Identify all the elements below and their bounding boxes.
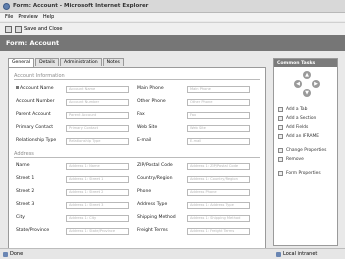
arrow-up-icon[interactable]: ▲ [303, 71, 311, 79]
section-address: Address [14, 151, 260, 158]
email-field[interactable]: E-mail [187, 138, 250, 145]
required-icon [16, 86, 19, 89]
addr-name-field[interactable]: Address 1: Name [66, 163, 129, 170]
menu-preview[interactable]: Preview [18, 14, 37, 20]
change-properties-icon [278, 148, 283, 153]
account-name-field[interactable]: Account Name [66, 86, 129, 93]
add-iframe-task[interactable]: Add an IFRAME [278, 132, 336, 141]
tab-notes[interactable]: Notes [102, 58, 124, 66]
move-arrows: ▲ ◀ ▶ ▼ [294, 71, 320, 97]
add-fields-icon [278, 125, 283, 130]
fax-label: Fax [137, 112, 145, 117]
menu-file[interactable]: File [5, 14, 13, 20]
address-type-field[interactable]: Address 1: Address Type [187, 202, 250, 209]
account-name-label: Account Name [16, 86, 54, 91]
account-number-label: Account Number [16, 99, 55, 104]
save-icon[interactable] [5, 25, 12, 33]
state-label: State/Province [16, 228, 50, 233]
email-label: E-mail [137, 138, 152, 143]
title-bar: Form: Account - Microsoft Internet Explo… [0, 0, 345, 13]
tab-strip: General Details Administration Notes [8, 58, 125, 67]
freight-terms-field[interactable]: Address 1: Freight Terms [187, 228, 250, 235]
main-phone-field[interactable]: Main Phone [187, 86, 250, 93]
section-account-information: Account Information [14, 73, 260, 80]
other-phone-field[interactable]: Other Phone [187, 99, 250, 106]
form-properties-task[interactable]: Form Properties [278, 169, 336, 178]
parent-account-field[interactable]: Parent Account [66, 112, 129, 119]
street2-label: Street 2 [16, 189, 35, 194]
street1-label: Street 1 [16, 176, 35, 181]
status-bar: Done Local intranet [0, 248, 345, 259]
arrow-left-icon[interactable]: ◀ [294, 80, 302, 88]
form-title-bar: Form: Account [0, 35, 345, 51]
tab-details[interactable]: Details [35, 58, 60, 66]
add-iframe-icon [278, 134, 283, 139]
remove-task[interactable]: Remove [278, 155, 336, 164]
toolbar: Save and Close [0, 22, 345, 36]
status-zone: Local intranet [276, 251, 317, 257]
add-tab-icon [278, 107, 283, 112]
account-number-field[interactable]: Account Number [66, 99, 129, 106]
state-field[interactable]: Address 1: State/Province [66, 228, 129, 235]
intranet-icon [276, 251, 281, 257]
shipping-method-field[interactable]: Address 1: Shipping Method [187, 215, 250, 222]
other-phone-label: Other Phone [137, 99, 166, 104]
arrow-down-icon[interactable]: ▼ [303, 89, 311, 97]
primary-contact-field[interactable]: Primary Contact [66, 125, 129, 132]
address-type-label: Address Type [137, 202, 168, 207]
menu-bar: File Preview Help [0, 13, 345, 21]
country-label: Country/Region [137, 176, 173, 181]
save-and-close-label: Save and Close [24, 26, 63, 32]
fax-field[interactable]: Fax [187, 112, 250, 119]
form-title: Form: Account [6, 39, 60, 47]
phone-label: Phone [137, 189, 152, 194]
tab-administration[interactable]: Administration [60, 58, 102, 66]
common-tasks-title: Common Tasks [274, 59, 337, 67]
relationship-type-field[interactable]: Relationship Type [66, 138, 129, 145]
browser-window: Form: Account - Microsoft Internet Explo… [0, 0, 345, 259]
general-panel: Account Information Account Name Account… [8, 67, 266, 252]
country-field[interactable]: Address 1: Country/Region [187, 176, 250, 183]
web-site-field[interactable]: Web Site [187, 125, 250, 132]
street3-field[interactable]: Address 1: Street 3 [66, 202, 129, 209]
arrow-right-icon[interactable]: ▶ [312, 80, 320, 88]
add-tab-task[interactable]: Add a Tab [278, 105, 336, 114]
web-site-label: Web Site [137, 125, 158, 130]
add-fields-task[interactable]: Add Fields [278, 123, 336, 132]
remove-icon [278, 157, 283, 162]
phone-field[interactable]: Address Phone [187, 189, 250, 196]
save-and-close-button[interactable]: Save and Close [15, 25, 63, 33]
task-list: Add a Tab Add a Section Add Fields Add a… [278, 105, 336, 178]
freight-terms-label: Freight Terms [137, 228, 168, 233]
street2-field[interactable]: Address 1: Street 2 [66, 189, 129, 196]
menu-help[interactable]: Help [43, 14, 54, 20]
form-area: General Details Administration Notes Acc… [8, 58, 266, 252]
change-properties-task[interactable]: Change Properties [278, 146, 336, 155]
add-section-task[interactable]: Add a Section [278, 114, 336, 123]
relationship-type-label: Relationship Type [16, 138, 57, 143]
add-section-icon [278, 116, 283, 121]
street3-label: Street 3 [16, 202, 35, 207]
city-field[interactable]: Address 1: City [66, 215, 129, 222]
save-close-icon [15, 25, 22, 33]
tab-general[interactable]: General [8, 58, 35, 67]
main-phone-label: Main Phone [137, 86, 164, 91]
common-tasks-pane: Common Tasks ▲ ◀ ▶ ▼ Add a Tab Add a Sec… [273, 58, 338, 246]
ie-logo-icon [3, 2, 10, 10]
window-title: Form: Account - Microsoft Internet Explo… [13, 3, 149, 9]
city-label: City [16, 215, 26, 220]
primary-contact-label: Primary Contact [16, 125, 54, 130]
status-done: Done [3, 251, 23, 257]
parent-account-label: Parent Account [16, 112, 51, 117]
zip-label: ZIP/Postal Code [137, 163, 173, 168]
zip-field[interactable]: Address 1: ZIP/Postal Code [187, 163, 250, 170]
addr-name-label: Name [16, 163, 30, 168]
form-properties-icon [278, 171, 283, 176]
shipping-method-label: Shipping Method [137, 215, 176, 220]
street1-field[interactable]: Address 1: Street 1 [66, 176, 129, 183]
page-done-icon [3, 251, 8, 257]
